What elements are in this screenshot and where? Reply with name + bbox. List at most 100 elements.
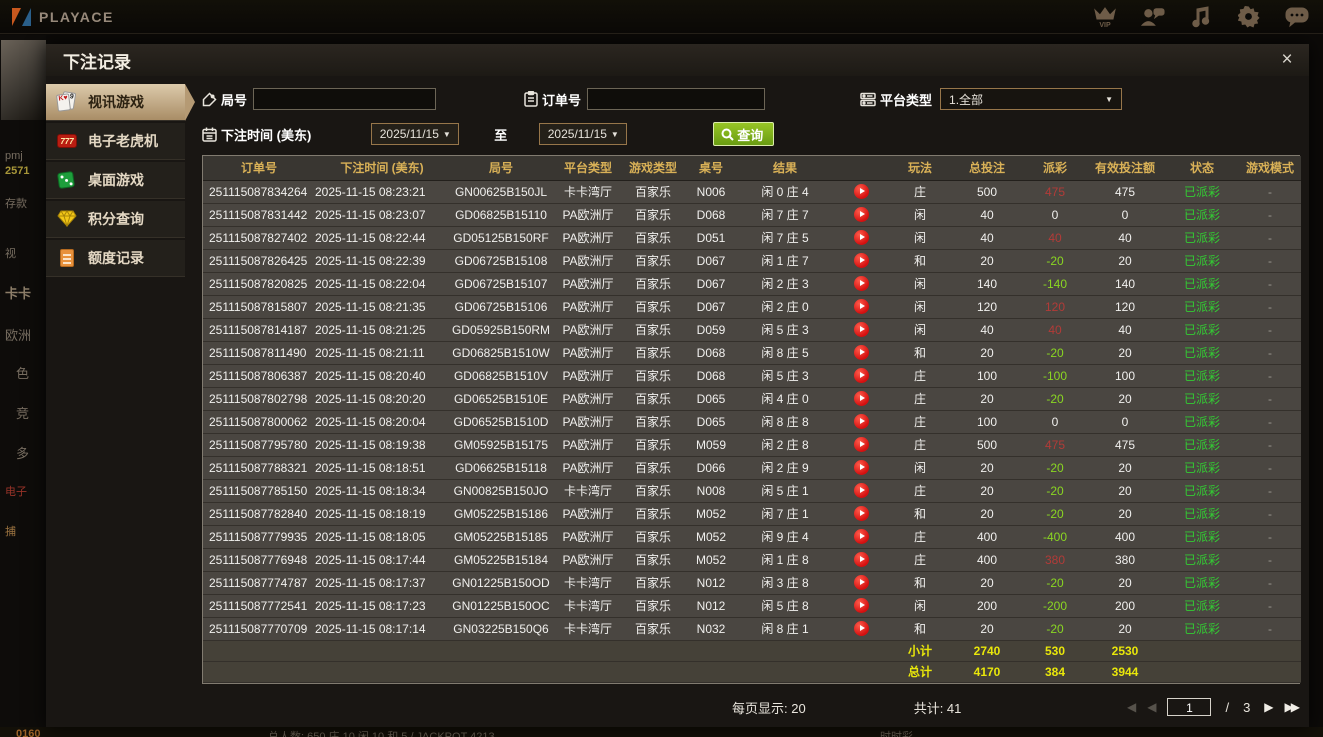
replay-play-icon[interactable]: [853, 276, 869, 291]
platform-select[interactable]: 1.全部 ▼: [940, 88, 1123, 110]
settings-gear-icon[interactable]: [1237, 5, 1261, 29]
round-label: 局号: [221, 92, 248, 108]
chevron-down-icon: ▼: [1105, 94, 1114, 104]
table-row: 251115087802798 2025-11-15 08:20:20 GD06…: [203, 387, 1301, 411]
brand-logo[interactable]: PLAYACE: [12, 7, 114, 27]
table-row: 251115087814187 2025-11-15 08:21:25 GD05…: [203, 318, 1301, 342]
replay-play-icon[interactable]: [853, 506, 869, 521]
replay-play-icon[interactable]: [853, 437, 869, 452]
bg-bottom-right: 时时彩: [880, 731, 913, 737]
table-row: 251115087795780 2025-11-15 08:19:38 GM05…: [203, 433, 1301, 457]
column-header: 订单号: [203, 156, 315, 181]
replay-play-icon[interactable]: [853, 598, 869, 613]
bg-bottom-center: 总人数: 650 庄 10 闲 10 和 5 / JACKPOT 4213: [268, 731, 495, 737]
bet-time-label-wrap: 下注时间 (美东): [202, 125, 311, 144]
menu-item-0[interactable]: 9 K♥ 视讯游戏: [46, 84, 195, 121]
replay-play-icon[interactable]: [853, 184, 869, 199]
order-input[interactable]: [587, 88, 766, 110]
bet-records-modal: 下注记录 × 9 K♥ 视讯游戏 777 电子老虎机 桌面游戏 积分查询 额度记…: [46, 44, 1309, 727]
replay-play-icon[interactable]: [853, 483, 869, 498]
background-footer-strip: 0160 总人数: 650 庄 10 闲 10 和 5 / JACKPOT 42…: [0, 727, 1323, 737]
replay-play-icon[interactable]: [853, 368, 869, 383]
vip-icon[interactable]: VIP: [1093, 5, 1117, 29]
chevron-down-icon: ▼: [442, 129, 451, 139]
date-from-value: 2025/11/15: [379, 127, 439, 141]
chat-bubble-icon[interactable]: [1285, 5, 1309, 29]
query-button[interactable]: 查询: [713, 122, 775, 146]
replay-play-icon[interactable]: [853, 299, 869, 314]
replay-play-icon[interactable]: [853, 322, 869, 337]
platform-list-icon: [860, 92, 876, 106]
table-row: 251115087811490 2025-11-15 08:21:11 GD06…: [203, 341, 1301, 365]
background-sidebar: pmj 2571 存款 视 卡卡 欧洲 色 竞 多 电子 捕: [0, 35, 46, 727]
table-row: 251115087831442 2025-11-15 08:23:07 GD06…: [203, 203, 1301, 227]
dice-icon: [56, 169, 80, 191]
replay-play-icon[interactable]: [853, 414, 869, 429]
replay-play-icon[interactable]: [853, 552, 869, 567]
table-row: 251115087774787 2025-11-15 08:17:37 GN01…: [203, 571, 1301, 595]
query-label: 查询: [737, 127, 764, 143]
column-header: 总投注: [949, 156, 1025, 181]
replay-play-icon[interactable]: [853, 230, 869, 245]
subtotal-valid-bet: 2530: [1085, 640, 1165, 662]
column-header: 游戏类型: [623, 156, 683, 181]
bg-video: 视: [5, 248, 16, 260]
date-to-value: 2025/11/15: [547, 127, 607, 141]
first-page-icon[interactable]: ◀: [1127, 700, 1136, 714]
column-header: 局号: [449, 156, 553, 181]
per-page-label: 每页显示: 20: [732, 700, 806, 716]
menu-item-2[interactable]: 桌面游戏: [46, 162, 185, 199]
brand-name: PLAYACE: [39, 8, 114, 25]
playace-logo-icon: [12, 7, 32, 27]
replay-play-icon[interactable]: [853, 621, 869, 636]
column-header: 结果: [739, 156, 831, 181]
bg-se: 色: [16, 366, 30, 381]
order-label-wrap: 订单号: [524, 90, 581, 109]
total-valid-bet: 3944: [1085, 661, 1165, 683]
music-icon[interactable]: [1189, 5, 1213, 29]
next-page-icon[interactable]: ▶: [1264, 700, 1273, 714]
subtotal-total-bet: 2740: [949, 640, 1025, 662]
menu-item-4[interactable]: 额度记录: [46, 240, 185, 277]
round-input[interactable]: [253, 88, 437, 110]
table-row: 251115087820825 2025-11-15 08:22:04 GD06…: [203, 272, 1301, 296]
customer-service-icon[interactable]: [1141, 5, 1165, 29]
date-from-select[interactable]: 2025/11/15 ▼: [371, 123, 460, 145]
last-page-icon[interactable]: ▶▶: [1285, 700, 1301, 714]
total-payout: 384: [1025, 661, 1085, 683]
records-table: 订单号 下注时间 (美东) 局号 平台类型 游戏类型 桌号 结果 玩法 总投注 派彩 有效投注额 状态…: [202, 155, 1301, 684]
chevron-down-icon: ▼: [610, 129, 619, 139]
bg-europe: 欧洲: [5, 328, 32, 343]
replay-play-icon[interactable]: [853, 207, 869, 222]
gem-icon: [56, 208, 80, 230]
close-icon[interactable]: ×: [1275, 48, 1299, 72]
page-input[interactable]: 1: [1167, 698, 1212, 716]
column-header: 下注时间 (美东): [315, 156, 449, 181]
date-to-select[interactable]: 2025/11/15 ▼: [539, 123, 628, 145]
column-header: 状态: [1165, 156, 1239, 181]
page-count: 3: [1243, 699, 1251, 715]
replay-play-icon[interactable]: [853, 391, 869, 406]
search-icon: [721, 128, 735, 141]
table-row: 251115087776948 2025-11-15 08:17:44 GM05…: [203, 548, 1301, 572]
table-row: 251115087826425 2025-11-15 08:22:39 GD06…: [203, 249, 1301, 273]
replay-play-icon[interactable]: [853, 345, 869, 360]
total-total-bet: 4170: [949, 661, 1025, 683]
replay-play-icon[interactable]: [853, 253, 869, 268]
slot-icon: 777: [56, 130, 80, 152]
replay-play-icon[interactable]: [853, 575, 869, 590]
records-body: 251115087834264 2025-11-15 08:23:21 GN00…: [203, 180, 1301, 641]
prev-page-icon[interactable]: ◀: [1147, 700, 1156, 714]
to-label: 至: [494, 127, 508, 143]
round-label-wrap: 局号: [202, 90, 247, 109]
subtotal-label: 小计: [891, 640, 949, 662]
menu-item-3[interactable]: 积分查询: [46, 201, 185, 238]
column-header: 桌号: [683, 156, 739, 181]
column-header: 玩法: [891, 156, 949, 181]
calendar-icon: [202, 127, 217, 142]
menu-item-1[interactable]: 777 电子老虎机: [46, 123, 185, 160]
replay-play-icon[interactable]: [853, 529, 869, 544]
replay-play-icon[interactable]: [853, 460, 869, 475]
column-header: 有效投注额: [1085, 156, 1165, 181]
platform-label-wrap: 平台类型: [860, 90, 932, 109]
